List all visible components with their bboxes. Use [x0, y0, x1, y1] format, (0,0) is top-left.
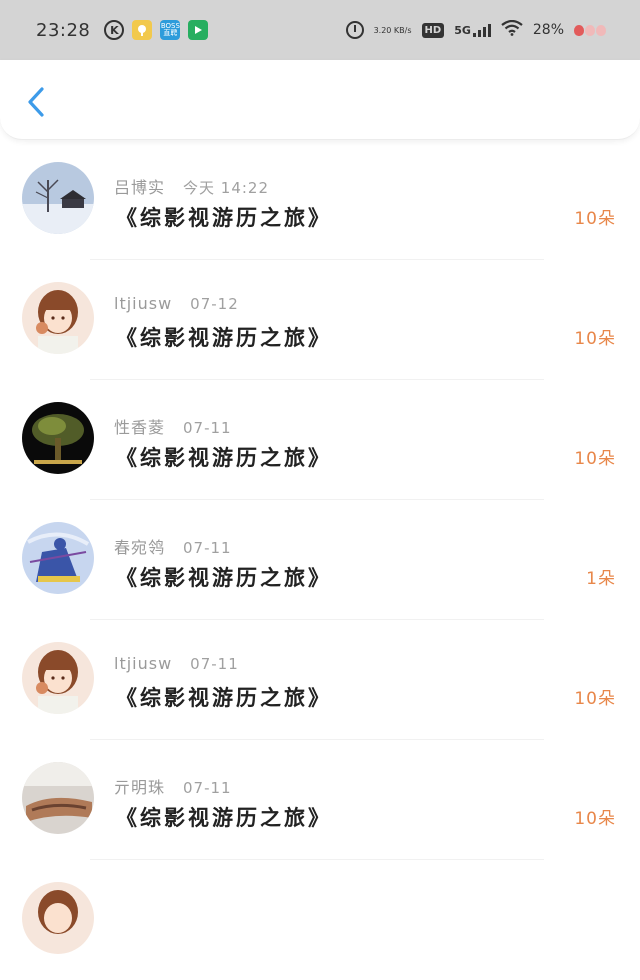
list-item[interactable]: 性香菱 07-11 《综影视游历之旅》 10朵 — [0, 380, 640, 500]
avatar[interactable] — [22, 762, 94, 834]
status-bar: 23:28 K BOSS 直聘 3.20 KB/s HD 5G 28% — [0, 0, 640, 60]
battery-berry-icon — [574, 24, 606, 36]
list-item[interactable]: 春宛鸰 07-11 《综影视游历之旅》 1朵 — [0, 500, 640, 620]
flower-count: 10朵 — [574, 449, 616, 469]
avatar[interactable] — [22, 882, 94, 954]
list-item[interactable]: 吕博实 今天 14:22 《综影视游历之旅》 10朵 — [0, 140, 640, 260]
record-date: 07-12 — [190, 295, 239, 313]
battery-level: 28% — [532, 22, 564, 38]
record-date: 07-11 — [190, 655, 239, 673]
back-button[interactable] — [22, 84, 50, 120]
book-title[interactable]: 《综影视游历之旅》 — [116, 562, 332, 592]
network-speed: 3.20 KB/s — [373, 25, 412, 35]
user-name[interactable]: 亓明珠 — [114, 774, 165, 798]
book-title[interactable]: 《综影视游历之旅》 — [116, 682, 332, 712]
boss-app-icon: BOSS 直聘 — [160, 20, 181, 40]
user-name[interactable]: 春宛鸰 — [114, 534, 165, 558]
record-date: 07-11 — [183, 539, 232, 557]
user-name[interactable]: ltjiusw — [114, 654, 172, 673]
book-title[interactable]: 《综影视游历之旅》 — [116, 202, 332, 232]
book-title[interactable]: 《综影视游历之旅》 — [116, 442, 332, 472]
wifi-icon — [501, 19, 523, 41]
flower-count: 10朵 — [574, 209, 616, 229]
video-app-icon — [188, 20, 209, 40]
avatar[interactable] — [22, 642, 94, 714]
list-item[interactable]: ltjiusw 07-12 《综影视游历之旅》 10朵 — [0, 260, 640, 380]
flower-count: 10朵 — [574, 689, 616, 709]
k-icon: K — [104, 20, 125, 40]
flower-count: 1朵 — [586, 569, 616, 589]
hd-badge: HD — [421, 22, 445, 38]
avatar[interactable] — [22, 162, 94, 234]
gift-record-list: 吕博实 今天 14:22 《综影视游历之旅》 10朵 ltjiusw 07-12… — [0, 140, 640, 980]
flower-count: 10朵 — [574, 329, 616, 349]
app-notification-icon — [132, 20, 153, 40]
top-nav-bar — [0, 60, 640, 140]
user-name[interactable]: ltjiusw — [114, 294, 172, 313]
avatar[interactable] — [22, 522, 94, 594]
chevron-left-icon — [28, 87, 44, 117]
book-title[interactable]: 《综影视游历之旅》 — [116, 322, 332, 352]
signal-label: 5G — [454, 23, 471, 37]
list-item[interactable]: ltjiusw 07-11 《综影视游历之旅》 10朵 — [0, 620, 640, 740]
avatar[interactable] — [22, 402, 94, 474]
book-title[interactable]: 《综影视游历之旅》 — [116, 802, 332, 832]
signal-icon: 5G — [454, 23, 491, 37]
list-item[interactable]: 亓明珠 07-11 《综影视游历之旅》 10朵 — [0, 740, 640, 860]
alarm-icon — [345, 21, 364, 39]
record-date: 今天 14:22 — [183, 179, 270, 197]
user-name[interactable]: 吕博实 — [114, 174, 165, 198]
list-item[interactable] — [0, 860, 640, 980]
avatar[interactable] — [22, 282, 94, 354]
record-date: 07-11 — [183, 779, 232, 797]
status-time: 23:28 — [36, 19, 91, 41]
record-date: 07-11 — [183, 419, 232, 437]
user-name[interactable]: 性香菱 — [114, 414, 165, 438]
flower-count: 10朵 — [574, 809, 616, 829]
